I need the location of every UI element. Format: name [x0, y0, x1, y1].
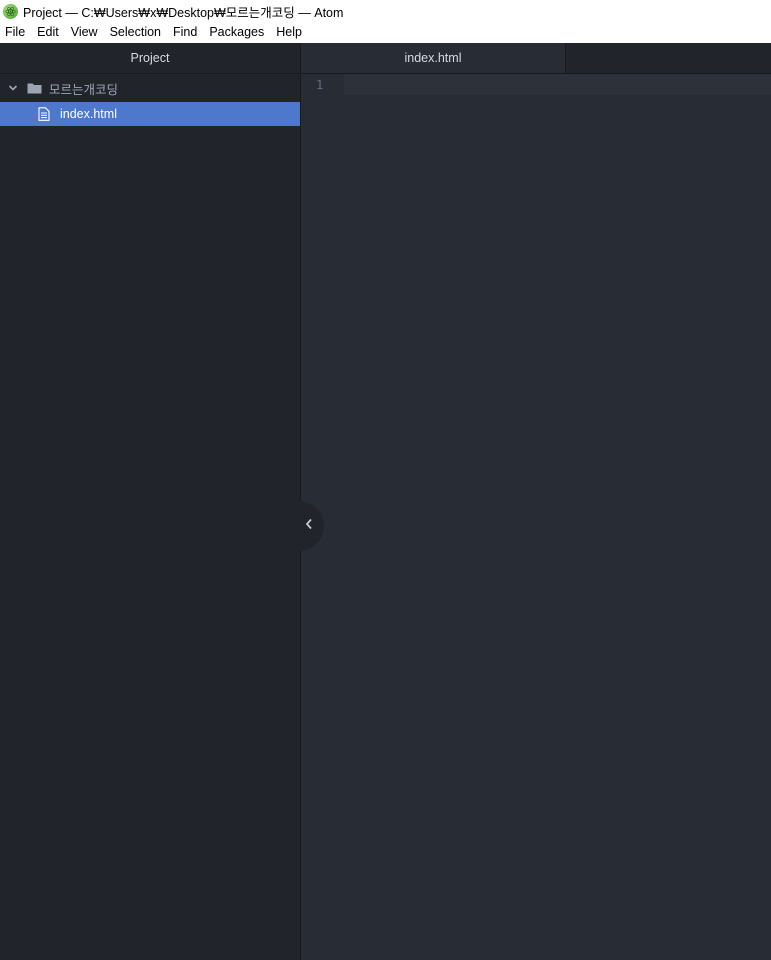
editor-text-line[interactable] [344, 74, 771, 95]
atom-app-icon[interactable] [3, 3, 18, 19]
atom-window: Project — C:₩Users₩x₩Desktop₩모르는개코딩 — At… [0, 0, 771, 960]
menu-edit[interactable]: Edit [31, 22, 65, 43]
tree-view-panel: Project 모르는개코딩 index.html [0, 43, 301, 960]
tree-folder-root[interactable]: 모르는개코딩 [0, 74, 300, 102]
file-name: index.html [60, 107, 117, 121]
tab-bar-empty-space[interactable] [566, 43, 771, 73]
tab-index-html[interactable]: index.html [301, 43, 566, 73]
chevron-left-icon [305, 517, 313, 535]
title-bar: Project — C:₩Users₩x₩Desktop₩모르는개코딩 — At… [0, 0, 771, 22]
menu-bar: File Edit View Selection Find Packages H… [0, 22, 771, 43]
menu-selection[interactable]: Selection [104, 22, 167, 43]
file-text-icon [38, 106, 52, 122]
editor-pane: index.html 1 [301, 43, 771, 960]
tree-file-index-html[interactable]: index.html [0, 102, 300, 126]
editor-line-1[interactable]: 1 [301, 74, 771, 95]
tab-bar: index.html [301, 43, 771, 74]
chevron-down-icon[interactable] [6, 81, 20, 95]
folder-icon [27, 81, 43, 95]
menu-view[interactable]: View [65, 22, 104, 43]
line-number: 1 [316, 77, 324, 92]
project-panel-header[interactable]: Project [0, 43, 300, 74]
menu-help[interactable]: Help [270, 22, 308, 43]
window-title: Project — C:₩Users₩x₩Desktop₩모르는개코딩 — At… [23, 5, 344, 20]
menu-find[interactable]: Find [167, 22, 203, 43]
folder-name: 모르는개코딩 [49, 82, 119, 97]
menu-file[interactable]: File [0, 22, 31, 43]
menu-packages[interactable]: Packages [203, 22, 270, 43]
